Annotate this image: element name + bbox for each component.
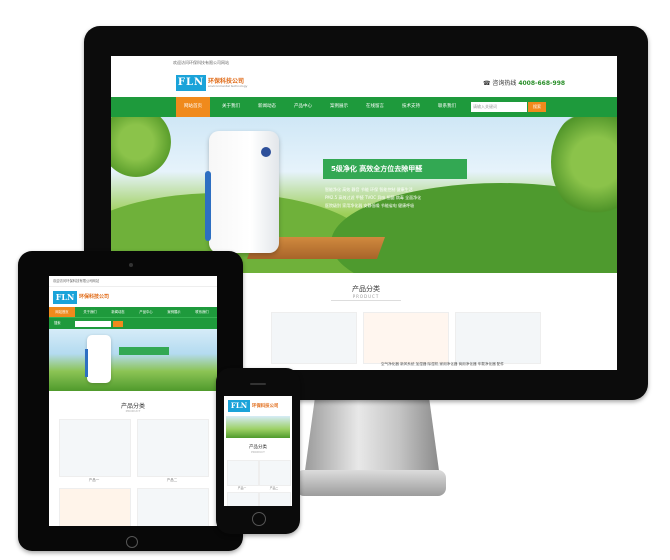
nav-item-home[interactable]: 网站首页 <box>176 97 210 117</box>
desktop-nav: 网站首页 关于我们 新闻动态 产品中心 案例展示 在线留言 技术支持 联系我们 … <box>111 97 617 117</box>
phone-product-caption: 产品一 <box>237 486 247 490</box>
desktop-search-input[interactable]: 请输入关键词 <box>471 102 527 112</box>
desktop-search-button[interactable]: 搜索 <box>528 102 546 112</box>
desktop-logo[interactable]: FLN <box>176 75 206 91</box>
desktop-header: FLN 环保科技公司 environmental technology ☎ 咨询… <box>111 70 617 96</box>
tablet-nav-home[interactable]: 网站首页 <box>49 307 75 317</box>
banner-line: PM2.5 高效过滤 甲醛 TVOC 异味 细菌 病毒 全面净化 <box>325 195 422 200</box>
tablet-product-caption: 产品二 <box>166 478 178 482</box>
tablet-topbar-text: 欢迎访问环保科技有限公司网站 <box>53 279 100 283</box>
tablet-search-input[interactable] <box>75 321 111 327</box>
tablet-camera <box>129 263 133 267</box>
nav-item-support[interactable]: 技术支持 <box>394 97 428 117</box>
phone-product-card[interactable] <box>259 492 291 506</box>
phone-speaker <box>250 383 266 385</box>
nav-item-about[interactable]: 关于我们 <box>214 97 248 117</box>
tablet-product-card[interactable] <box>59 488 131 526</box>
air-purifier-image <box>205 131 279 253</box>
desktop-topbar: 欢迎访问环保科技有限公司网站 <box>111 56 617 71</box>
phone-product-card[interactable] <box>259 460 291 486</box>
tablet-nav-cases[interactable]: 案例展示 <box>161 307 187 317</box>
banner-tree <box>111 117 171 177</box>
product-caption: 空气净化器 新风系统 加湿器 除湿机 家用净化器 商用净化器 车载净化器 配件 <box>381 362 504 366</box>
nav-item-cases[interactable]: 案例展示 <box>322 97 356 117</box>
phone-banner[interactable] <box>226 416 290 438</box>
hotline-label: ☎ 咨询热线 <box>483 80 517 87</box>
tablet-home-button <box>126 536 138 548</box>
tablet-product-card[interactable] <box>137 488 209 526</box>
phone-category-sub: PRODUCT <box>251 450 265 454</box>
desktop-topbar-text: 欢迎访问环保科技有限公司网站 <box>173 60 229 65</box>
nav-item-products[interactable]: 产品中心 <box>286 97 320 117</box>
tablet-nav-products[interactable]: 产品中心 <box>133 307 159 317</box>
phone-logo[interactable]: FLN <box>228 400 250 412</box>
tablet-search-button[interactable] <box>113 321 123 327</box>
tablet-nav-news[interactable]: 新闻动态 <box>105 307 131 317</box>
tablet-topbar: 欢迎访问环保科技有限公司网站 <box>49 276 217 287</box>
tablet-product-card[interactable] <box>137 419 209 477</box>
banner-slogan: 5级净化 高效全方位去除甲醛 <box>323 159 467 179</box>
nav-item-message[interactable]: 在线留言 <box>358 97 392 117</box>
phone-product-caption: 产品二 <box>269 486 279 490</box>
banner-line: 医院级别 家用净化器 安静低噪 节能省电 健康呼吸 <box>325 203 415 208</box>
phone-product-card[interactable] <box>227 492 259 506</box>
phone-product-card[interactable] <box>227 460 259 486</box>
monitor-stand-base <box>296 470 446 496</box>
product-card[interactable] <box>363 312 449 364</box>
phone-screen: FLN 环保科技公司 产品分类 PRODUCT 产品一 产品二 <box>224 396 292 506</box>
desktop-banner[interactable]: 5级净化 高效全方位去除甲醛 智能净化 高效 静音 节能 环保 智能控制 健康生… <box>111 117 617 273</box>
air-purifier-image <box>85 335 111 383</box>
tablet-logo[interactable]: FLN <box>53 291 77 304</box>
monitor-stand-neck <box>304 398 440 478</box>
tablet-banner[interactable] <box>49 329 217 391</box>
desktop-hotline: ☎ 咨询热线 4008-668-998 <box>483 78 565 87</box>
desktop-logo-sub: environmental technology <box>208 84 248 88</box>
tablet-nav-contact[interactable]: 联系我们 <box>189 307 215 317</box>
category-divider <box>331 300 401 301</box>
tablet-product-card[interactable] <box>59 419 131 477</box>
tablet-search-label: 搜索 <box>54 321 61 325</box>
tablet-banner-slogan <box>119 347 169 355</box>
desktop-category-sub: PRODUCT <box>352 294 380 299</box>
nav-item-news[interactable]: 新闻动态 <box>250 97 284 117</box>
phone-logo-cn: 环保科技公司 <box>252 404 279 409</box>
phone-home-button <box>252 512 266 526</box>
tablet-product-caption: 产品一 <box>88 478 100 482</box>
nav-item-contact[interactable]: 联系我们 <box>430 97 464 117</box>
desktop-category-title: 产品分类 <box>352 285 380 293</box>
tablet-nav-about[interactable]: 关于我们 <box>77 307 103 317</box>
banner-line: 智能净化 高效 静音 节能 环保 智能控制 健康生活 <box>325 187 413 192</box>
tablet-nav: 网站首页 关于我们 新闻动态 产品中心 案例展示 联系我们 <box>49 307 217 317</box>
tablet-logo-cn: 环保科技公司 <box>79 294 110 300</box>
tablet-screen: 欢迎访问环保科技有限公司网站 FLN 环保科技公司 网站首页 关于我们 新闻动态… <box>49 276 217 526</box>
product-card[interactable] <box>271 312 357 364</box>
product-card[interactable] <box>455 312 541 364</box>
hotline-number: 4008-668-998 <box>518 80 566 87</box>
tablet-category-sub: PRODUCT <box>125 409 141 413</box>
